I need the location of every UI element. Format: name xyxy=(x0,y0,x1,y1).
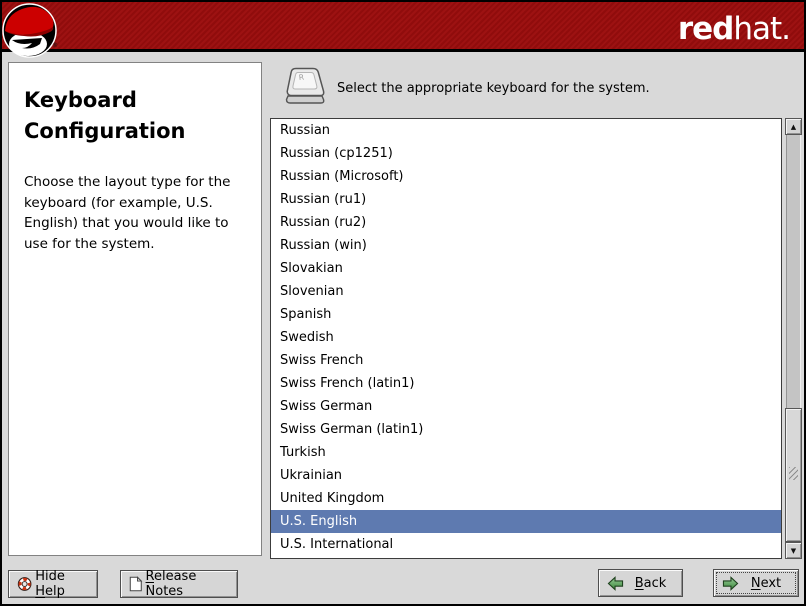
keyboard-key-icon: R xyxy=(285,67,325,104)
scroll-down-arrow-icon: ▼ xyxy=(790,546,797,555)
hide-help-label: Hide Help xyxy=(35,569,65,599)
wordmark-bold: red xyxy=(677,11,735,47)
list-scrollbar: ▲ ▼ xyxy=(785,118,802,559)
list-item[interactable]: Russian (Microsoft) xyxy=(271,165,781,188)
list-item[interactable]: U.S. International xyxy=(271,533,781,556)
hide-help-button[interactable]: Hide Help xyxy=(8,569,98,599)
list-item[interactable]: Turkish xyxy=(271,441,781,464)
svg-text:R: R xyxy=(298,73,304,82)
page-title: Keyboard Configuration xyxy=(24,88,186,143)
lifebuoy-icon xyxy=(17,577,32,591)
help-panel: Keyboard Configuration Choose the layout… xyxy=(8,62,262,556)
list-item[interactable]: Spanish xyxy=(271,303,781,326)
svg-text:®: ® xyxy=(52,42,58,49)
installer-window: redhat. ® Keyboard Configuration Choose … xyxy=(0,0,806,606)
list-item[interactable]: Russian (cp1251) xyxy=(271,142,781,165)
title-bar: redhat. xyxy=(2,2,804,52)
list-item[interactable]: Swiss French (latin1) xyxy=(271,372,781,395)
back-label: Back xyxy=(634,575,667,591)
list-item[interactable]: Slovenian xyxy=(271,280,781,303)
scroll-down-button[interactable]: ▼ xyxy=(785,542,802,559)
next-label: Next xyxy=(750,575,782,591)
redhat-shadowman-logo-icon: ® xyxy=(2,3,58,58)
arrow-left-icon xyxy=(607,575,624,591)
list-item[interactable]: United Kingdom xyxy=(271,487,781,510)
prompt-label: Select the appropriate keyboard for the … xyxy=(337,81,650,96)
list-item-selected[interactable]: U.S. English xyxy=(271,510,781,533)
scrollbar-thumb[interactable] xyxy=(785,408,802,542)
list-item[interactable]: Russian xyxy=(271,119,781,142)
scroll-up-arrow-icon: ▲ xyxy=(790,122,797,131)
release-notes-label: Release Notes xyxy=(145,569,197,599)
list-item[interactable]: Russian (ru2) xyxy=(271,211,781,234)
wordmark-light: hat. xyxy=(733,11,791,47)
list-item[interactable]: Swiss German (latin1) xyxy=(271,418,781,441)
list-item[interactable]: Russian (ru1) xyxy=(271,188,781,211)
list-item[interactable]: Slovakian xyxy=(271,257,781,280)
list-item[interactable]: Swiss German xyxy=(271,395,781,418)
scroll-up-button[interactable]: ▲ xyxy=(785,118,802,135)
list-item[interactable]: Ukrainian xyxy=(271,464,781,487)
redhat-wordmark: redhat. xyxy=(677,10,791,48)
list-item[interactable]: Swiss French xyxy=(271,349,781,372)
keyboard-list[interactable]: Russian Russian (cp1251) Russian (Microsof… xyxy=(270,118,782,559)
document-icon xyxy=(129,576,143,592)
list-item[interactable]: Swedish xyxy=(271,326,781,349)
back-button[interactable]: Back xyxy=(598,569,683,597)
next-button[interactable]: Next xyxy=(713,569,799,597)
list-item[interactable]: Russian (win) xyxy=(271,234,781,257)
help-text: Choose the layout type for the keyboard … xyxy=(24,174,231,252)
release-notes-button[interactable]: Release Notes xyxy=(120,569,238,599)
arrow-right-icon xyxy=(722,575,739,591)
